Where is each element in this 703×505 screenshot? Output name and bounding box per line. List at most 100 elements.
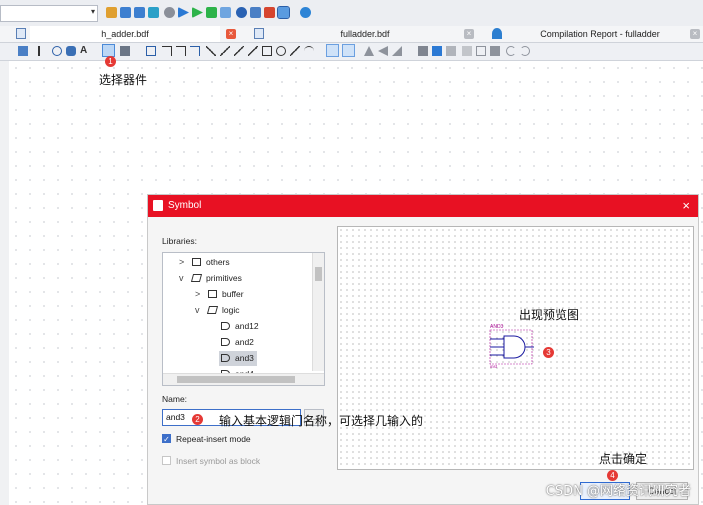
tree-item-label: others — [206, 257, 230, 267]
analysis-icon[interactable] — [134, 7, 145, 18]
annotation-select-device: 选择器件 — [99, 73, 148, 87]
step-badge: 2 — [192, 414, 203, 425]
scrollbar-thumb[interactable] — [315, 267, 322, 281]
orthogonal-node-icon[interactable] — [162, 46, 172, 56]
line-icon[interactable] — [248, 46, 258, 56]
partial-line-selection-icon[interactable] — [326, 44, 339, 57]
help-icon[interactable] — [300, 7, 311, 18]
rotate-icon[interactable] — [392, 46, 402, 56]
annotation-click-ok: 点击确定 — [599, 452, 648, 466]
flip-horizontal-icon[interactable] — [364, 46, 374, 56]
copy-icon[interactable] — [476, 46, 486, 56]
folder-icon — [208, 290, 217, 298]
block-tool-icon[interactable] — [146, 46, 156, 56]
undo-icon[interactable] — [506, 46, 516, 56]
chevron-right-icon[interactable]: > — [195, 287, 200, 302]
report-icon — [492, 28, 502, 39]
tab-label: Compilation Report - fulladder — [540, 29, 660, 39]
close-tab-icon[interactable]: × — [464, 29, 474, 39]
diagonal-line-icon[interactable] — [206, 46, 216, 56]
flip-vertical-icon[interactable] — [378, 46, 388, 56]
tree-item-label: and3 — [235, 353, 254, 363]
line-icon[interactable] — [234, 46, 244, 56]
symbol-app-icon — [153, 200, 163, 211]
horizontal-scrollbar[interactable] — [163, 373, 324, 385]
find-icon[interactable] — [446, 46, 456, 56]
pin-tool-icon[interactable] — [120, 46, 130, 56]
step-badge: 3 — [543, 347, 554, 358]
close-tab-icon[interactable]: × — [226, 29, 236, 39]
folder-open-icon — [190, 274, 203, 282]
programmer-icon[interactable] — [264, 7, 275, 18]
step-badge: 1 — [105, 56, 116, 67]
tab-label: h_adder.bdf — [101, 29, 149, 39]
detach-window-icon[interactable] — [18, 46, 28, 56]
orthogonal-bus-icon[interactable] — [176, 46, 186, 56]
arc-tool-icon[interactable] — [304, 46, 314, 56]
line-icon[interactable] — [220, 46, 230, 56]
tab-compilation-report[interactable]: Compilation Report - fulladder — [510, 26, 690, 42]
close-icon[interactable]: × — [682, 198, 690, 213]
symbol-preview: AND3 inst — [337, 226, 694, 470]
redo-icon[interactable] — [520, 46, 530, 56]
close-tab-icon[interactable]: × — [690, 29, 700, 39]
settings-icon[interactable] — [277, 6, 290, 19]
compile-icon[interactable] — [120, 7, 131, 18]
tree-item-label: and2 — [235, 337, 254, 347]
main-toolbar: ▾ — [0, 0, 703, 27]
vertical-scrollbar[interactable] — [312, 253, 324, 371]
name-label: Name: — [162, 394, 188, 404]
symbol-icon — [221, 354, 230, 362]
tree-item-label: buffer — [222, 289, 244, 299]
symbol-tool-icon[interactable] — [102, 44, 115, 57]
csdn-watermark: CSDN @网络资讯研究者 — [545, 484, 691, 499]
paste-icon[interactable] — [490, 46, 500, 56]
rubberbanding-icon[interactable] — [342, 44, 355, 57]
folder-icon — [192, 258, 201, 266]
selection-tool-icon[interactable] — [38, 46, 50, 56]
netlist-icon[interactable] — [220, 7, 231, 18]
insert-as-block-label: Insert symbol as block — [176, 456, 261, 466]
repeat-insert-checkbox[interactable]: ✓ — [162, 434, 171, 444]
tab-h-adder[interactable]: h_adder.bdf — [30, 26, 220, 42]
scrollbar-thumb[interactable] — [177, 376, 295, 383]
zoom-tool-icon[interactable] — [52, 46, 62, 56]
chevron-down-icon[interactable]: v — [195, 303, 200, 318]
save-icon[interactable] — [418, 46, 428, 56]
pin-planner-icon[interactable] — [250, 7, 261, 18]
chip-planner-icon[interactable] — [236, 7, 247, 18]
line-tool-icon[interactable] — [290, 46, 300, 56]
chevron-right-icon[interactable]: > — [179, 255, 184, 270]
tab-fulladder[interactable]: fulladder.bdf — [270, 26, 460, 42]
annotation-enter-name: 输入基本逻辑门名称，可选择几输入的 — [219, 414, 424, 428]
document-tabs: h_adder.bdf × fulladder.bdf × Compilatio… — [0, 26, 703, 43]
and3-gate-preview: AND3 inst — [489, 324, 534, 369]
hand-tool-icon[interactable] — [66, 46, 76, 56]
text-tool-icon[interactable]: A — [80, 46, 90, 56]
dialog-title-bar[interactable]: Symbol × — [148, 195, 698, 217]
instance-label: inst — [490, 364, 498, 369]
tree-item-label: logic — [222, 305, 240, 315]
symbol-type-label: AND3 — [490, 324, 504, 330]
run-icon[interactable] — [192, 7, 203, 18]
synthesis-icon[interactable] — [148, 7, 159, 18]
symbol-icon — [221, 322, 230, 330]
print-icon[interactable] — [432, 46, 442, 56]
tree-item-and3[interactable]: and3 — [219, 351, 257, 366]
timing-icon[interactable] — [206, 7, 217, 18]
tab-label: fulladder.bdf — [340, 29, 390, 39]
annotation-preview: 出现预览图 — [519, 308, 580, 322]
bdf-file-icon — [254, 28, 264, 39]
rectangle-tool-icon[interactable] — [262, 46, 272, 56]
stop-icon[interactable] — [164, 7, 175, 18]
cut-icon[interactable] — [462, 46, 472, 56]
start-compilation-icon[interactable] — [178, 7, 189, 18]
pencil-icon[interactable] — [106, 7, 117, 18]
revision-combobox[interactable]: ▾ — [0, 5, 98, 22]
oval-tool-icon[interactable] — [276, 46, 286, 56]
tree-item-label: and12 — [235, 321, 259, 331]
orthogonal-conduit-icon[interactable] — [190, 46, 200, 56]
chevron-down-icon[interactable]: v — [179, 271, 184, 286]
insert-as-block-checkbox[interactable]: ✓ — [162, 456, 171, 465]
libraries-tree[interactable]: > others v primitives > buffer v logic a… — [162, 252, 325, 386]
